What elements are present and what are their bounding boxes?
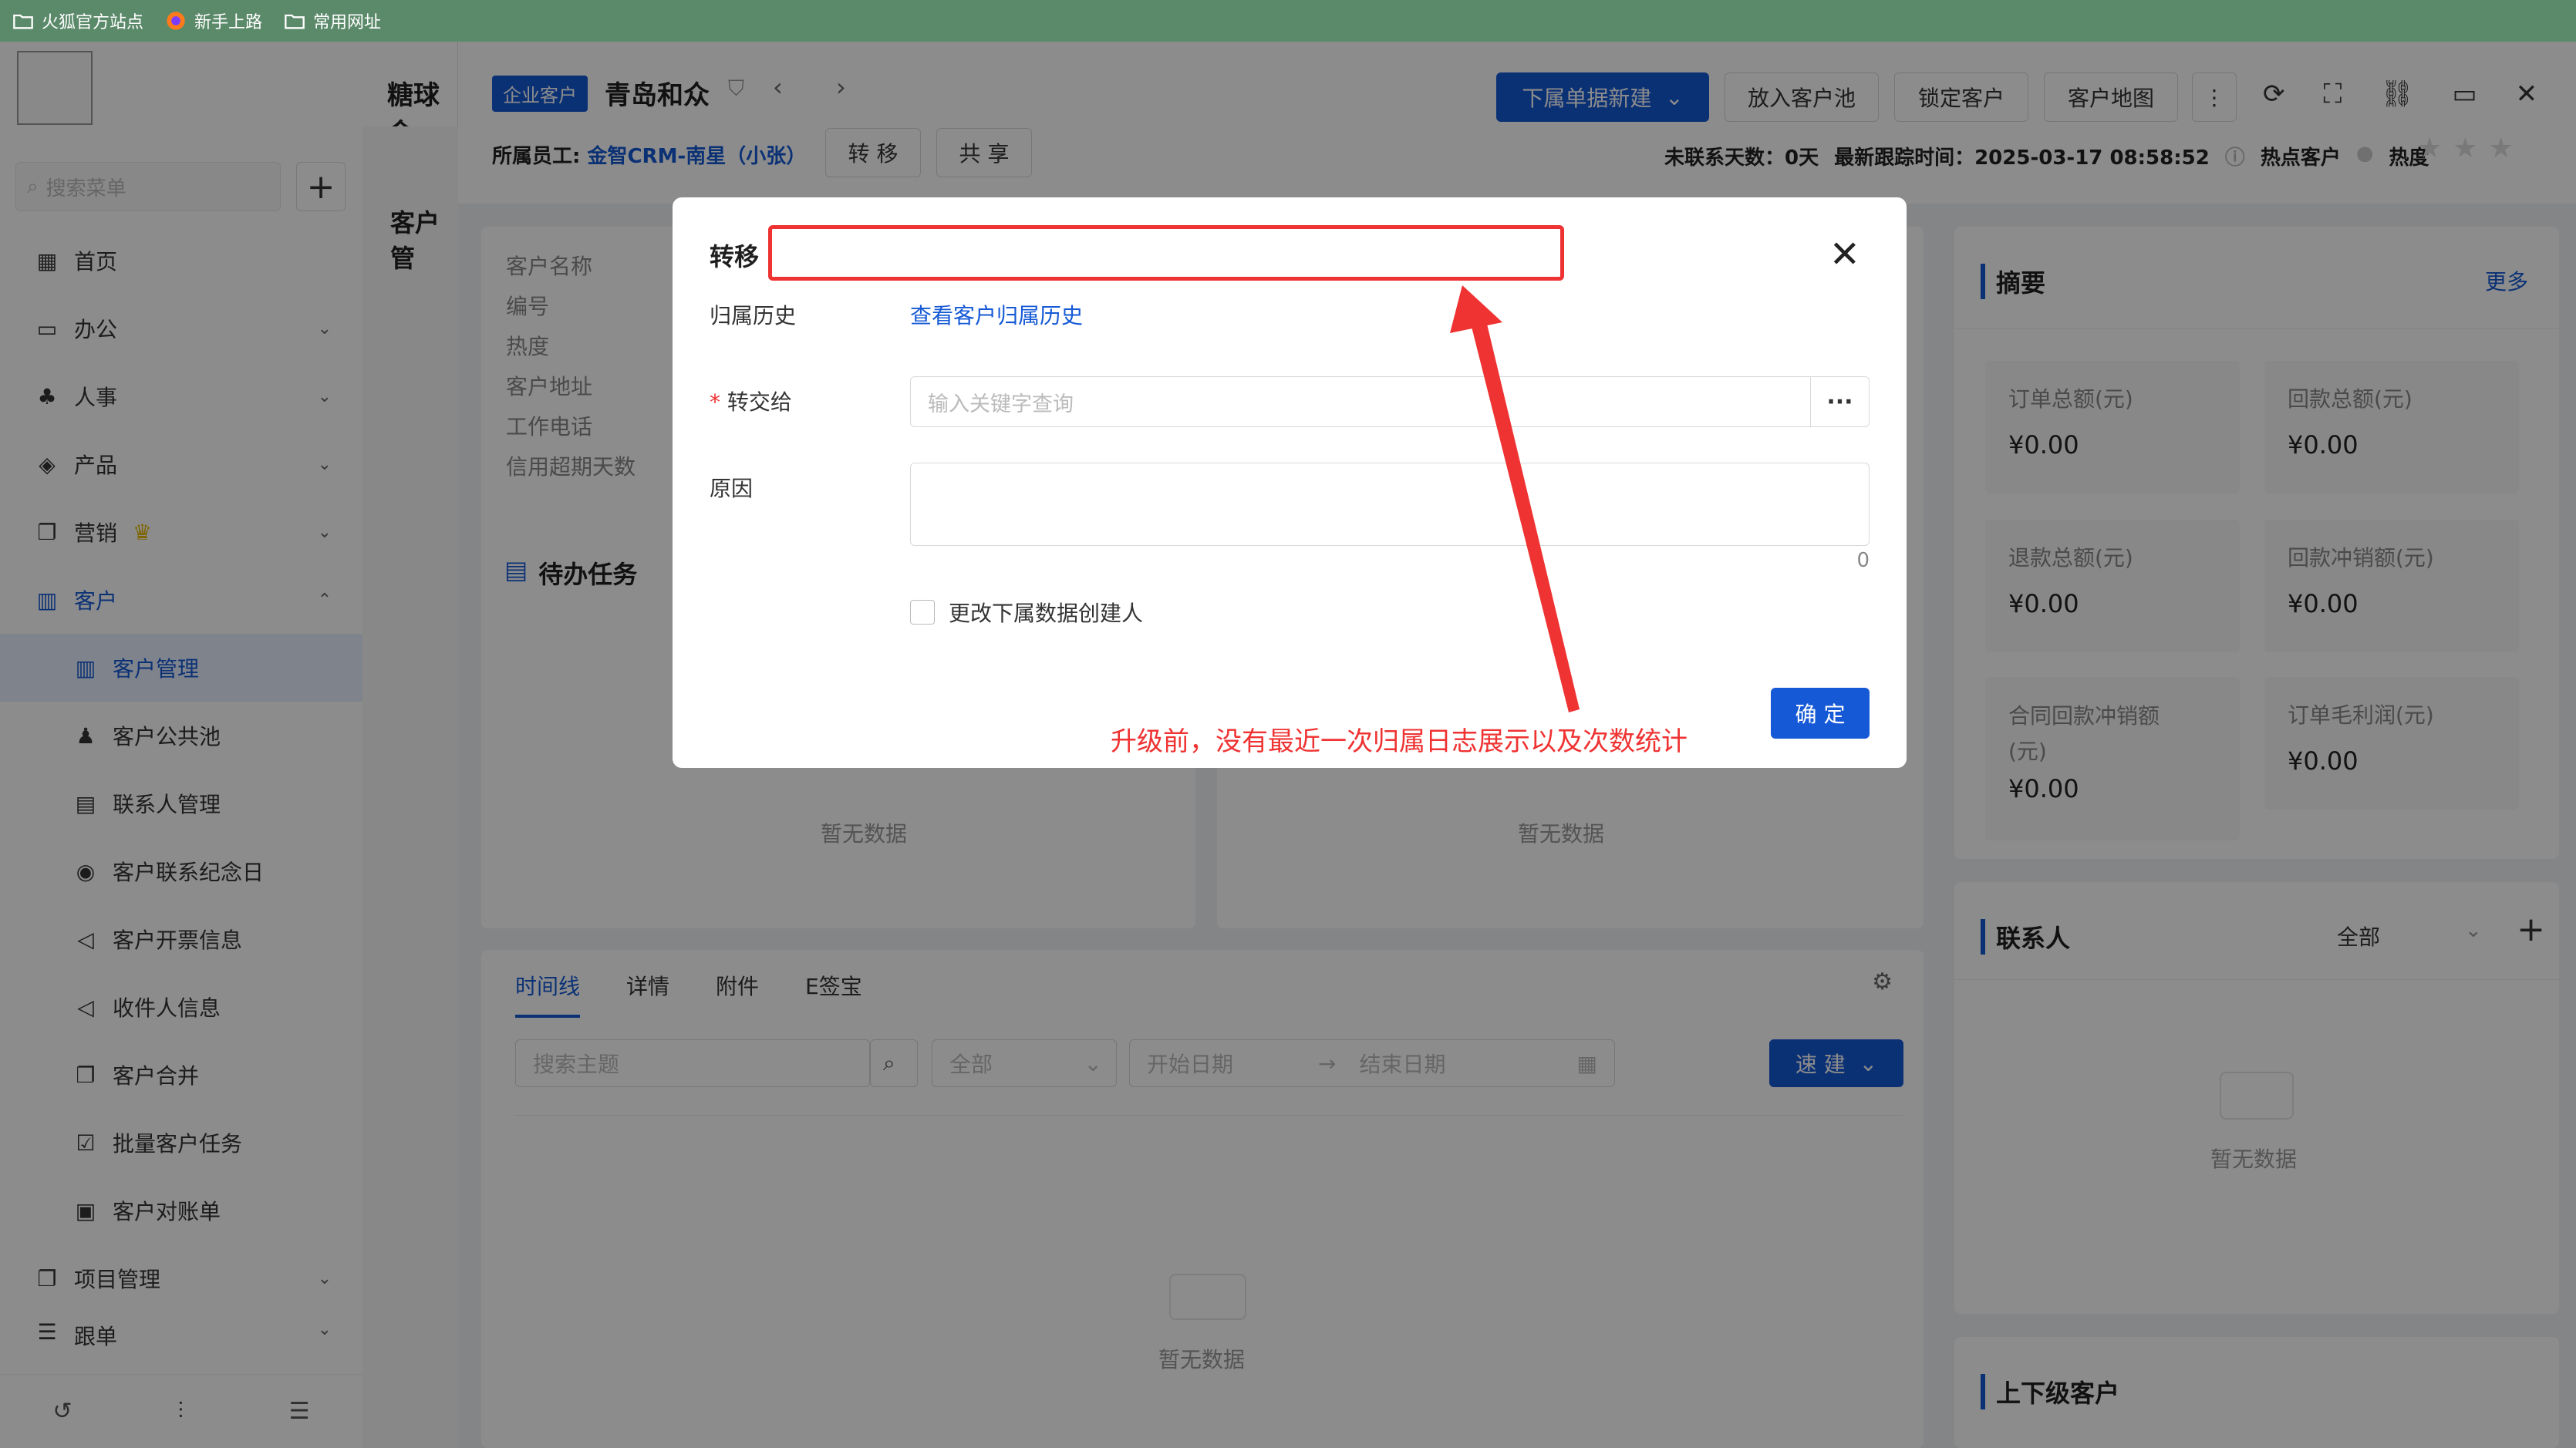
annotation-text: 升级前，没有最近一次归属日志展示以及次数统计 bbox=[1111, 726, 1688, 757]
arrow-shaft bbox=[1470, 318, 1580, 712]
arrow-head bbox=[1450, 285, 1502, 333]
